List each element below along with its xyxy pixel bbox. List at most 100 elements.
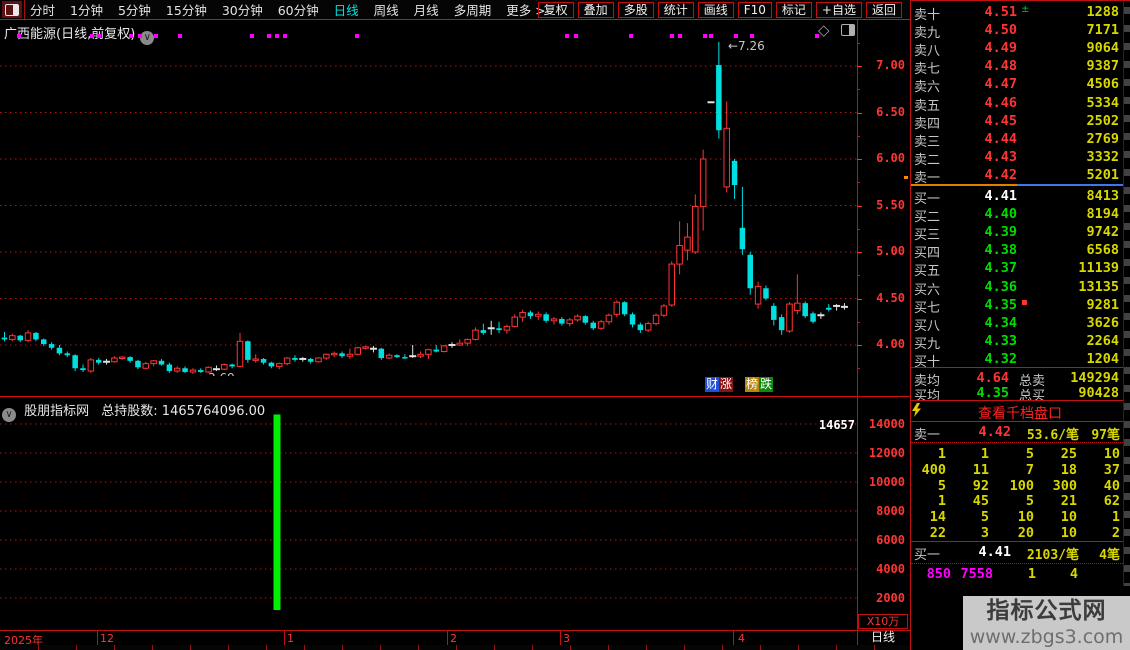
order-book-row-买七[interactable]: 买七 4.35 ▪ 9281 [911,296,1123,316]
ranking-badge[interactable]: 榜跌 [745,377,774,392]
axis-tickmark [857,368,860,370]
period-tab-1分钟[interactable]: 1分钟 [70,0,103,19]
order-book-row-买三[interactable]: 买三 4.39 9742 [911,223,1123,243]
queue-order-size: 40 [1103,477,1120,494]
badge-char: 跌 [759,377,774,392]
level-price: 4.46 [984,94,1017,111]
order-book-row-买六[interactable]: 买六 4.36 13135 [911,278,1123,298]
price-tick: 5.50 [876,197,905,212]
action-button-+自选[interactable]: +自选 [815,1,862,18]
queue-order-size: 10 [1060,525,1077,541]
period-tab-多周期[interactable]: 多周期 [454,0,492,19]
action-button-统计[interactable]: 统计 [657,1,694,18]
queue-order-size: 21 [1060,493,1077,510]
period-tab-月线[interactable]: 月线 [414,0,439,19]
level-volume: 1204 [1086,350,1119,367]
time-axis-label: 4 [738,632,745,645]
queue-order-size: 10 [1103,446,1120,462]
period-tab-30分钟[interactable]: 30分钟 [222,0,263,19]
action-button-复权[interactable]: 复权 [537,1,574,18]
indicator-tick: 6000 [876,533,905,547]
level-volume: 9281 [1086,296,1119,313]
axis-tickmark [857,182,860,184]
period-menu: 分时 1分钟 5分钟 15分钟 30分钟 60分钟 日线 周线 月线 多周期 更多 > [30,0,561,19]
order-book-row-买九[interactable]: 买九 4.33 2264 [911,332,1123,352]
queue-order-size: 14 [929,509,946,526]
total-sell-value: 149294 [1070,370,1119,386]
level-volume: 3626 [1086,314,1119,331]
ranking-badge[interactable]: 财涨 [705,377,734,392]
time-axis-tick [97,631,98,645]
order-book-row-卖五[interactable]: 卖五 4.46 5334 [911,94,1123,114]
order-book-row-卖六[interactable]: 卖六 4.47 4506 [911,75,1123,95]
queue-order-size: 37 [1103,461,1120,478]
bid-ask-divider [911,184,1123,186]
axis-tickmark [857,298,862,300]
dotted-divider [911,563,1123,564]
queue-order-size: 3 [980,525,989,541]
action-button-返回[interactable]: 返回 [865,1,902,18]
level-volume: 2264 [1086,332,1119,349]
indicator-tick: 2000 [876,591,905,605]
level-volume: 2502 [1086,112,1119,129]
queue-order-size: 2 [1111,525,1120,541]
time-axis-tick [733,631,734,645]
row-label: 买一 [914,548,941,563]
indicator-tick: 10000 [868,475,905,489]
axis-tickmark [857,252,862,253]
period-tab-分时[interactable]: 分时 [30,0,55,19]
sell-avg-row: 卖均 4.64 总卖 149294 [911,370,1123,389]
order-book-row-买二[interactable]: 买二 4.40 8194 [911,205,1123,225]
order-book-row-卖二[interactable]: 卖二 4.43 3332 [911,148,1123,168]
avg-per-order: 2103/笔 [1026,548,1079,563]
order-book-row-买五[interactable]: 买五 4.37 11139 [911,259,1123,279]
level-price: 4.39 [984,224,1017,241]
total-buy-label: 总买 [1019,389,1046,404]
order-book-row-卖八[interactable]: 卖八 4.49 9064 [911,39,1123,59]
panel-toggle-icon[interactable] [2,1,22,18]
action-button-标记[interactable]: 标记 [775,1,812,18]
candlestick-chart[interactable]: ←7.26 ←3.69 [0,20,857,376]
queue-order-size: 20 [1017,525,1034,541]
time-axis-tick [447,631,448,645]
action-button-叠加[interactable]: 叠加 [577,1,614,18]
period-tab-15分钟[interactable]: 15分钟 [166,0,207,19]
action-button-画线[interactable]: 画线 [697,1,734,18]
menu-divider [24,0,25,19]
price-mark-icon: ± [1021,4,1030,15]
queue-order-size: 10 [1017,509,1034,526]
indicator-chart[interactable] [0,397,857,610]
trading-app-window: 分时 1分钟 5分钟 15分钟 30分钟 60分钟 日线 周线 月线 多周期 更多 > 复权 叠加 多股… [0,0,1130,650]
queue-order-size: 62 [1103,493,1120,510]
axis-tickmark [857,42,860,44]
level-price: 4.42 [984,166,1017,183]
period-tab-5分钟[interactable]: 5分钟 [118,0,151,19]
level-volume: 6568 [1086,242,1119,259]
action-button-多股[interactable]: 多股 [617,1,654,18]
order-book-row-卖九[interactable]: 卖九 4.50 7171 [911,21,1123,41]
order-book-row-卖一[interactable]: 卖一 4.42 5201 [911,166,1123,186]
order-book-row-卖七[interactable]: 卖七 4.48 9387 [911,57,1123,77]
axis-tickmark [857,159,862,160]
order-book-row-买一[interactable]: 买一 4.41 8413 [911,187,1123,207]
period-tab-周线[interactable]: 周线 [374,0,399,19]
level-volume: 8194 [1086,206,1119,223]
axis-tickmark [857,66,862,67]
order-book-row-卖三[interactable]: 卖三 4.44 2769 [911,130,1123,150]
level-price: 4.43 [984,148,1017,165]
order-book-row-买四[interactable]: 买四 4.38 6568 [911,241,1123,261]
period-tab-日线[interactable]: 日线 [334,0,359,19]
order-book-row-卖十[interactable]: 卖十 4.51 ±1288 [911,3,1123,23]
period-tab-60分钟[interactable]: 60分钟 [278,0,319,19]
price-tick: 5.00 [876,244,905,258]
ranking-badges: 财涨榜跌 [705,377,785,392]
queue-order-size: 100 [1009,477,1034,494]
queue-order-size: 400 [921,461,946,478]
order-book-row-买十[interactable]: 买十 4.32 1204 [911,350,1123,370]
order-book-row-买八[interactable]: 买八 4.34 3626 [911,314,1123,334]
level2-link[interactable]: 查看千档盘口 [911,403,1123,422]
axis-tickmark [857,89,860,91]
order-book-row-卖四[interactable]: 卖四 4.45 2502 [911,112,1123,132]
lightning-icon [912,403,921,417]
action-button-F10[interactable]: F10 [737,1,772,18]
